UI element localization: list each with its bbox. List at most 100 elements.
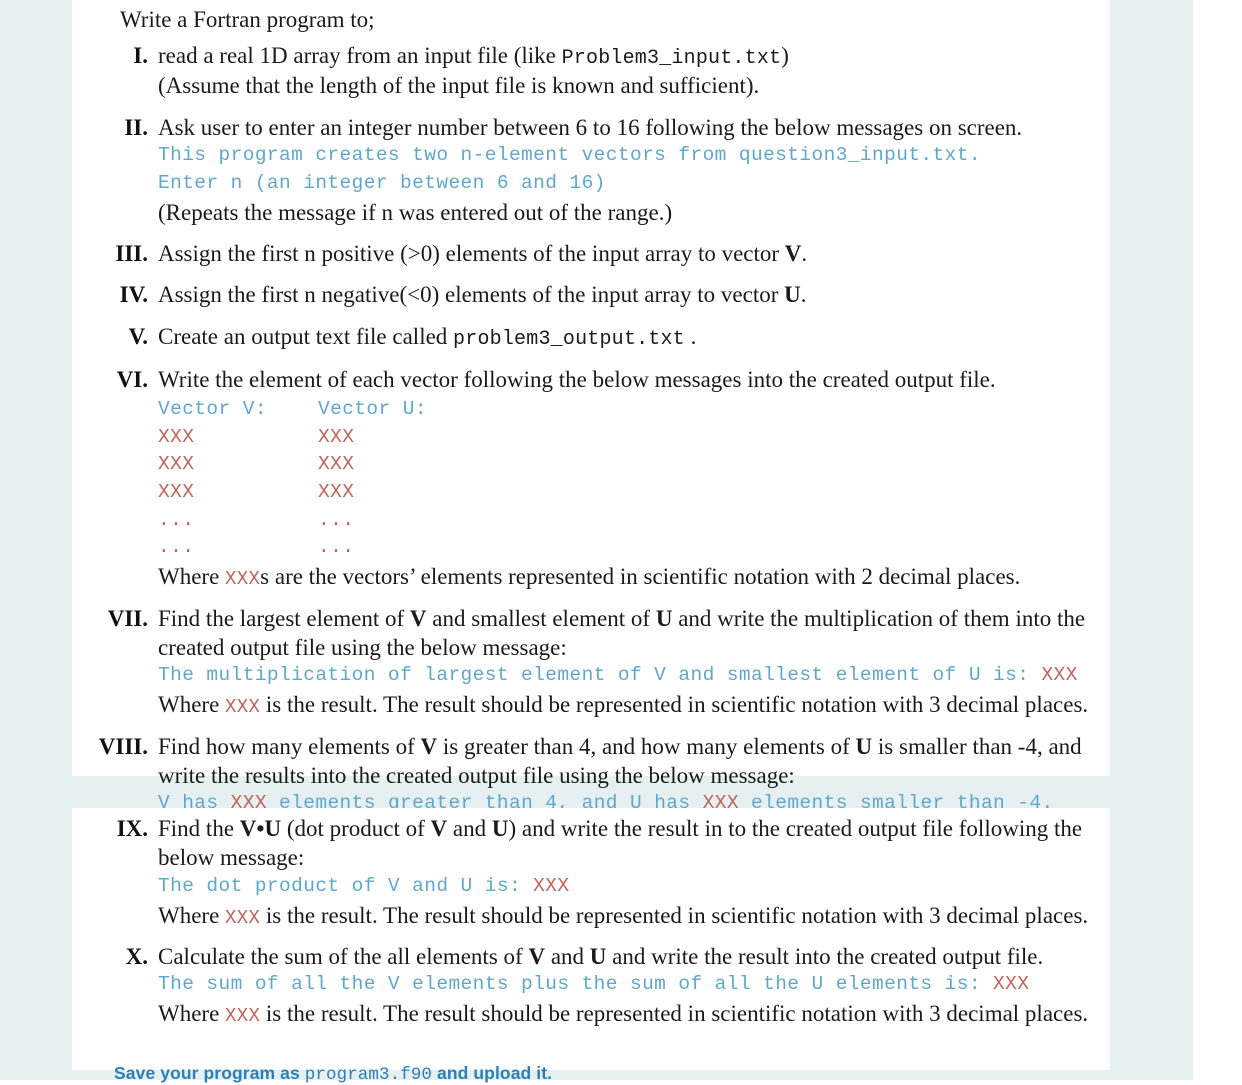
code-text: The multiplication of largest element of…: [158, 664, 1042, 687]
list-item-ix: IX. Find the V•U (dot product of V and U…: [90, 814, 1092, 930]
code-text: The dot product of V and U is:: [158, 874, 534, 897]
item-iv-text-b: .: [800, 282, 807, 308]
vector-v-column-header: Vector V:: [158, 397, 267, 420]
vector-v-label: V: [409, 605, 427, 631]
item-ii-code-line-2: Enter n (an integer between 6 and 16): [158, 171, 606, 194]
document-page-1: Write a Fortran program to; I. read a re…: [72, 0, 1110, 846]
item-ix-where-line: Where XXX is the result. The result shou…: [158, 901, 1092, 930]
vector-v-cell: ...: [158, 536, 195, 559]
placeholder-xxx: XXX: [1041, 664, 1078, 687]
item-viii-line-2: write the results into the created outpu…: [158, 762, 795, 788]
placeholder-xxx: XXX: [225, 568, 261, 591]
list-marker-ii: II.: [124, 114, 148, 140]
list-body-vii: Find the largest element of V and smalle…: [158, 604, 1092, 720]
list-marker-ix: IX.: [116, 816, 148, 841]
table-row: ... ...: [158, 507, 1092, 535]
list-marker-iii: III.: [115, 241, 148, 267]
list-body-ii: Ask user to enter an integer number betw…: [158, 113, 1092, 227]
list-body-ix: Find the V•U (dot product of V and U) an…: [158, 814, 1092, 930]
vector-u-label: U: [784, 282, 801, 308]
list-item-i: I. read a real 1D array from an input fi…: [90, 41, 1092, 101]
vector-sample-table: Vector V: Vector U: XXX XXX XXX XXX XXX …: [158, 396, 1092, 562]
list-item-vi: VI. Write the element of each vector fol…: [90, 365, 1092, 592]
item-viii-text-c: is smaller than -4, and: [872, 733, 1082, 759]
list-marker-vii: VII.: [107, 605, 148, 631]
vector-v-cell: XXX: [158, 481, 195, 503]
item-x-text-b: and: [545, 944, 590, 969]
item-ix-text-b: (dot product of: [281, 816, 431, 841]
item-ix-text-c: and: [447, 816, 492, 841]
item-x-text-c: and write the result into the created ou…: [606, 944, 1044, 969]
placeholder-xxx: XXX: [993, 973, 1030, 996]
code-text: The sum of all the V elements plus the s…: [158, 973, 994, 996]
item-vii-code-line: The multiplication of largest element of…: [158, 662, 1092, 690]
item-vi-line-1: Write the element of each vector followi…: [158, 366, 996, 392]
item-viii-text-a: Find how many elements of: [158, 733, 421, 759]
item-viii-line-1: Find how many elements of V is greater t…: [158, 732, 1092, 761]
item-iv-line-1: Assign the first n negative(<0) elements…: [158, 280, 1092, 309]
document-page-2: IX. Find the V•U (dot product of V and U…: [72, 808, 1110, 1085]
item-iii-text-b: .: [801, 241, 808, 267]
item-x-code-line: The sum of all the V elements plus the s…: [158, 971, 1092, 999]
document-viewer-backdrop: Write a Fortran program to; I. read a re…: [0, 0, 1193, 1085]
input-filename: Problem3_input.txt: [561, 46, 782, 70]
vector-u-cell: XXX: [318, 481, 355, 503]
list-body-iv: Assign the first n negative(<0) elements…: [158, 280, 1092, 309]
intro-line: Write a Fortran program to;: [120, 7, 375, 32]
vector-v-label: V: [528, 944, 546, 969]
where-prefix: Where: [158, 902, 226, 928]
list-body-iii: Assign the first n positive (>0) element…: [158, 239, 1092, 268]
where-suffix: s are the vectors’ elements represented …: [260, 564, 1021, 590]
item-i-text-a: read a real 1D array from an input file …: [158, 42, 562, 68]
item-ii-line-2: (Repeats the message if n was entered ou…: [158, 199, 673, 225]
item-v-text-a: Create an output text file called: [158, 323, 454, 349]
item-i-line-1: read a real 1D array from an input file …: [158, 41, 1092, 72]
list-item-ii: II. Ask user to enter an integer number …: [90, 113, 1092, 227]
save-instruction-note: Save your program as program3.f90 and up…: [114, 1063, 1092, 1085]
where-suffix: is the result. The result should be repr…: [260, 692, 1089, 718]
where-prefix: Where: [158, 564, 226, 590]
vector-v-label: V: [784, 241, 802, 267]
item-v-text-b: .: [684, 323, 697, 349]
item-i-text-b: ): [781, 42, 789, 68]
vector-u-cell: XXX: [318, 425, 355, 448]
list-item-vii: VII. Find the largest element of V and s…: [90, 604, 1092, 720]
list-marker-vi: VI.: [116, 366, 148, 392]
item-iii-line-1: Assign the first n positive (>0) element…: [158, 239, 1092, 268]
table-row: XXX XXX: [158, 451, 1092, 479]
output-filename: problem3_output.txt: [453, 327, 685, 351]
list-marker-i: I.: [133, 42, 148, 68]
placeholder-xxx: XXX: [225, 906, 261, 929]
item-iii-text-a: Assign the first n positive (>0) element…: [158, 241, 785, 267]
item-vii-where-line: Where XXX is the result. The result shou…: [158, 690, 1092, 719]
item-ix-text-d: ) and write the result in to the created…: [508, 816, 1083, 841]
vector-u-label: U: [655, 605, 673, 631]
item-x-where-line: Where XXX is the result. The result shou…: [158, 999, 1092, 1028]
vector-v-label: V: [430, 816, 448, 841]
dot-product-label: V•U: [239, 816, 282, 841]
where-prefix: Where: [158, 692, 226, 718]
where-suffix: is the result. The result should be repr…: [260, 1001, 1089, 1027]
placeholder-xxx: XXX: [533, 874, 570, 897]
placeholder-xxx: XXX: [225, 1005, 261, 1028]
item-ix-line-2: below message:: [158, 845, 305, 871]
vector-u-label: U: [491, 816, 509, 841]
item-ii-line-1: Ask user to enter an integer number betw…: [158, 114, 1023, 140]
list-body-i: read a real 1D array from an input file …: [158, 41, 1092, 101]
list-marker-v: V.: [128, 323, 148, 349]
item-ii-code-line-1: This program creates two n-element vecto…: [158, 144, 981, 167]
item-v-line-1: Create an output text file called proble…: [158, 322, 1092, 353]
item-vii-line-1: Find the largest element of V and smalle…: [158, 604, 1092, 633]
table-row: ... ...: [158, 534, 1092, 562]
vector-u-label: U: [855, 733, 873, 759]
item-iv-text-a: Assign the first n negative(<0) elements…: [158, 282, 785, 308]
item-i-line-2: (Assume that the length of the input fil…: [158, 73, 760, 99]
item-ix-line-1: Find the V•U (dot product of V and U) an…: [158, 814, 1092, 843]
item-vii-text-b: and smallest element of: [426, 605, 656, 631]
list-item-iv: IV. Assign the first n negative(<0) elem…: [90, 280, 1092, 309]
list-marker-x: X.: [125, 944, 148, 969]
item-vii-text-c: and write the multiplication of them int…: [672, 605, 1086, 631]
vector-v-cell: XXX: [158, 425, 195, 448]
program-filename: program3.f90: [304, 1064, 433, 1085]
list-item-iii: III. Assign the first n positive (>0) el…: [90, 239, 1092, 268]
